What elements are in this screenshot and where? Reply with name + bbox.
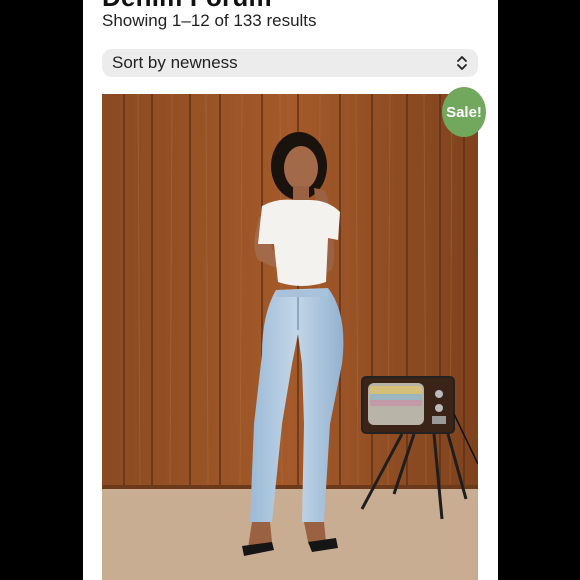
updown-chevron-icon: [457, 56, 467, 70]
sale-badge: Sale!: [442, 87, 486, 137]
screenshot-frame: Denim Forum Showing 1–12 of 133 results …: [0, 0, 580, 580]
sort-selected-value: Sort by newness: [112, 53, 238, 72]
product-image[interactable]: [102, 94, 478, 580]
result-count: Showing 1–12 of 133 results: [102, 11, 317, 30]
sort-select[interactable]: Sort by newness: [102, 49, 478, 77]
shop-page: Denim Forum Showing 1–12 of 133 results …: [83, 0, 498, 580]
product-photo: [102, 94, 478, 580]
